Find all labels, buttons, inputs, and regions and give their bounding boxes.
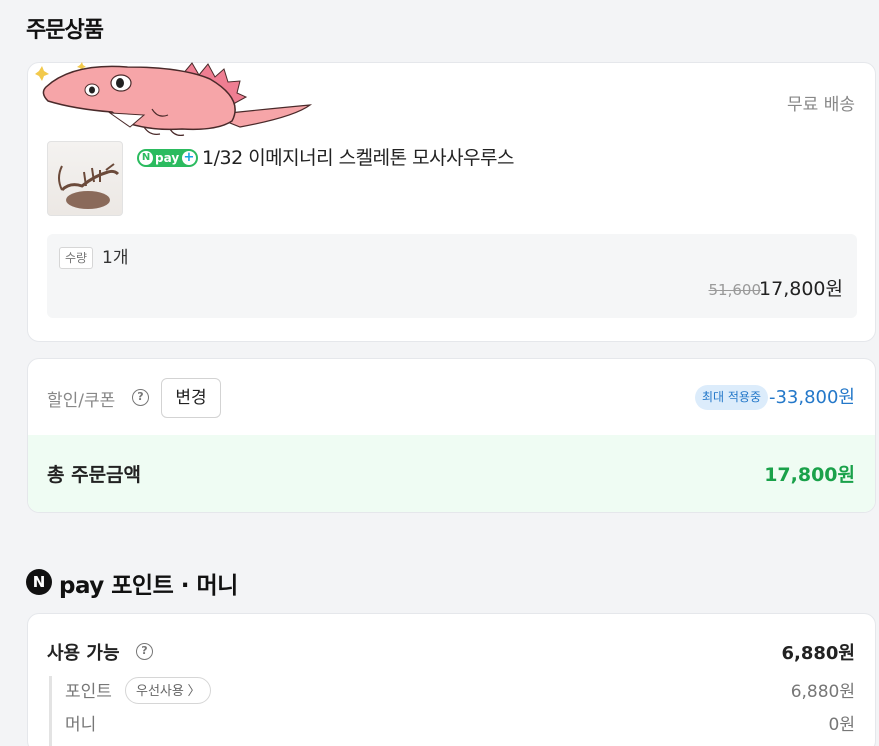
point-label: 포인트	[65, 682, 112, 702]
total-order-value: 17,800원	[764, 464, 855, 486]
quantity-box: 수량 1개 51,600 17,800원	[47, 234, 857, 318]
dinosaur-mascot-icon	[35, 62, 313, 136]
divider	[49, 676, 52, 746]
available-value: 6,880원	[781, 643, 856, 664]
sale-price: 17,800원	[759, 278, 843, 300]
points-card: 사용 가능 ? 6,880원 포인트 우선사용 〉 6,880원 머니 0원	[27, 613, 876, 746]
quantity-label: 수량	[59, 247, 94, 269]
discount-coupon-label: 할인/쿠폰	[47, 391, 116, 411]
help-icon[interactable]: ?	[132, 389, 149, 406]
change-coupon-button[interactable]: 변경	[161, 378, 221, 418]
npay-badge-label: pay	[155, 151, 180, 165]
product-thumbnail[interactable]	[47, 141, 123, 216]
discount-amount: -33,800원	[768, 387, 855, 408]
max-applied-badge: 최대 적용중	[694, 385, 768, 410]
total-order-row: 총 주문금액 17,800원	[28, 435, 875, 512]
product-name[interactable]: 1/32 이메지너리 스켈레톤 모사사우루스	[202, 143, 515, 170]
plus-icon: +	[182, 150, 196, 165]
naver-n-icon: N	[26, 569, 52, 595]
skeleton-model-icon	[58, 163, 120, 209]
help-icon[interactable]: ?	[136, 643, 153, 660]
naver-n-icon: N	[139, 151, 153, 165]
discount-card: 할인/쿠폰 ? 변경 최대 적용중 -33,800원 총 주문금액 17,800…	[27, 358, 876, 513]
available-label: 사용 가능	[47, 643, 120, 664]
money-value: 0원	[828, 715, 855, 735]
priority-use-button[interactable]: 우선사용 〉	[125, 677, 212, 704]
original-price: 51,600	[708, 281, 762, 299]
product-card: 무료 배송 N pay + 1/32 이메지너리 스켈레톤 모사사우루스 수량 …	[27, 62, 876, 342]
point-value: 6,880원	[790, 682, 855, 702]
npay-plus-badge: N pay +	[137, 149, 198, 167]
shipping-info: 무료 배송	[787, 95, 855, 115]
npay-points-title-text: pay 포인트 · 머니	[59, 573, 238, 599]
total-order-label: 총 주문금액	[47, 464, 142, 486]
order-section-title: 주문상품	[26, 18, 104, 43]
money-label: 머니	[65, 715, 97, 735]
quantity-value: 1개	[102, 248, 129, 268]
